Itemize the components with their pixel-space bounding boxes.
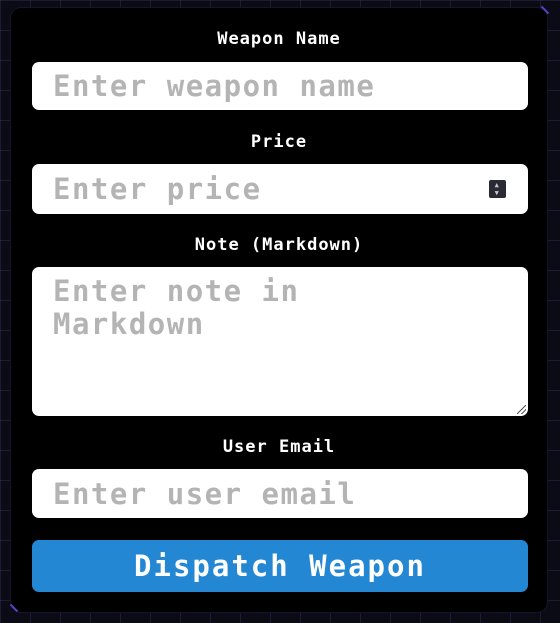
price-input[interactable]: Enter price ▲ ▼ bbox=[32, 164, 528, 214]
resize-handle-icon[interactable] bbox=[517, 405, 526, 414]
user-email-placeholder: Enter user email bbox=[53, 476, 357, 511]
spinner-icon[interactable]: ▲ ▼ bbox=[489, 180, 506, 198]
note-label: Note (Markdown) bbox=[194, 235, 364, 255]
weapon-name-input[interactable]: Enter weapon name bbox=[32, 62, 528, 110]
weapon-form: Weapon Name Enter weapon name Price Ente… bbox=[9, 5, 550, 613]
weapon-name-label: Weapon Name bbox=[217, 29, 341, 49]
price-label: Price bbox=[250, 132, 308, 152]
user-email-input[interactable]: Enter user email bbox=[32, 469, 528, 518]
user-email-label: User Email bbox=[222, 437, 336, 457]
weapon-name-placeholder: Enter weapon name bbox=[53, 69, 376, 103]
corner-accent bbox=[9, 603, 19, 613]
corner-accent bbox=[540, 5, 550, 15]
note-placeholder: Enter note in Markdown bbox=[53, 274, 319, 341]
dispatch-weapon-button[interactable]: Dispatch Weapon bbox=[32, 540, 528, 592]
price-placeholder: Enter price bbox=[53, 172, 262, 206]
note-textarea[interactable]: Enter note in Markdown bbox=[32, 267, 528, 416]
